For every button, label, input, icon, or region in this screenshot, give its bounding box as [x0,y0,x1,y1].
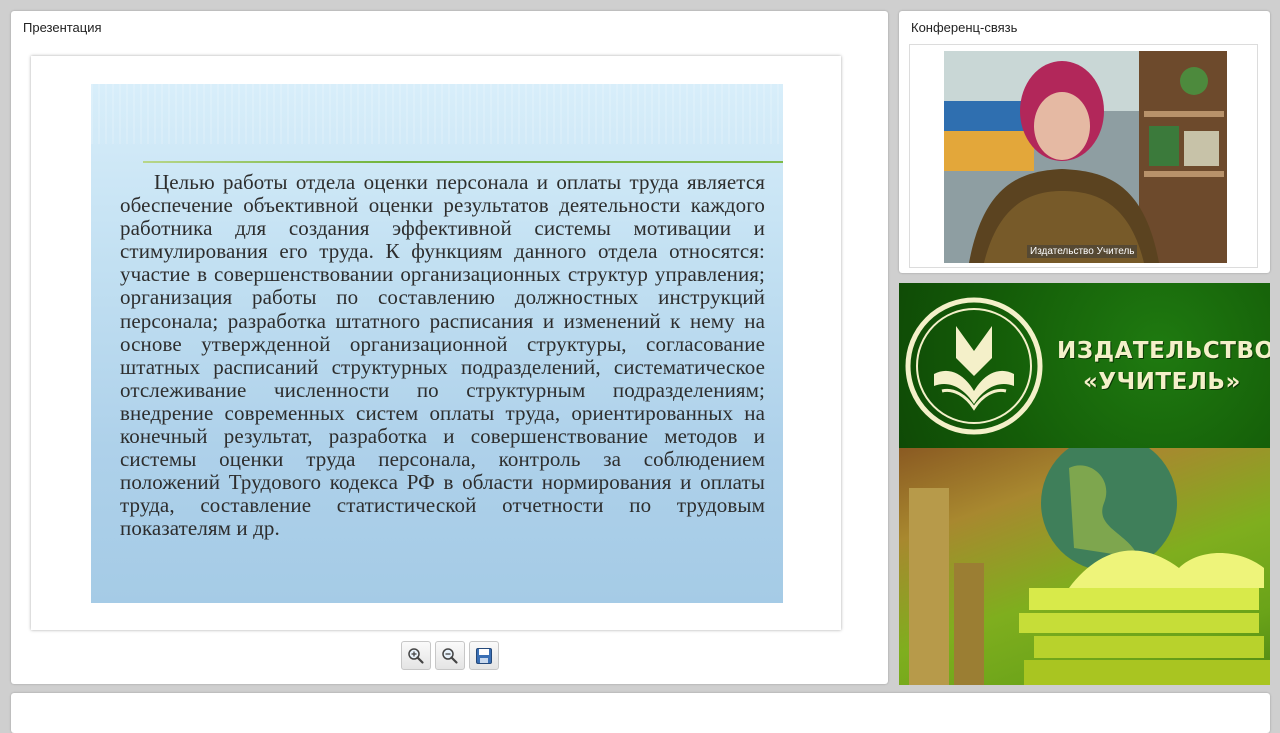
conference-panel: Конференц-связь Издательство Учитель [899,11,1270,273]
publisher-name-line1: ИЗДАТЕЛЬСТВО [1057,338,1270,364]
presentation-panel: Презентация Целью работы отдела оценки п… [11,11,888,684]
slide-viewer[interactable]: Целью работы отдела оценки персонала и о… [31,56,841,630]
zoom-out-icon [442,647,458,664]
publisher-banner: ИЗДАТЕЛЬСТВО «УЧИТЕЛЬ» [899,283,1270,685]
zoom-in-icon [408,647,424,664]
publisher-banner-header: ИЗДАТЕЛЬСТВО «УЧИТЕЛЬ» [899,283,1270,448]
slide-text: Целью работы отдела оценки персонала и о… [120,170,765,541]
zoom-out-button[interactable] [435,641,465,670]
slide: Целью работы отдела оценки персонала и о… [91,84,783,603]
bottom-panel [11,693,1270,733]
slide-divider-line [143,161,783,163]
presentation-panel-title: Презентация [23,20,102,35]
save-button[interactable] [469,641,499,670]
video-caption: Издательство Учитель [1027,245,1138,258]
webcam-video[interactable]: Издательство Учитель [944,51,1227,263]
slide-decoration [91,84,783,144]
books-globe-image [909,435,1270,685]
publisher-name-line2: «УЧИТЕЛЬ» [1083,369,1241,395]
video-scene-image [944,51,1227,263]
floppy-disk-icon [476,647,492,664]
publisher-banner-photo [899,435,1270,685]
zoom-in-button[interactable] [401,641,431,670]
conference-panel-title: Конференц-связь [911,20,1018,35]
publisher-logo-icon [905,297,1043,435]
video-frame: Издательство Учитель [909,44,1258,268]
